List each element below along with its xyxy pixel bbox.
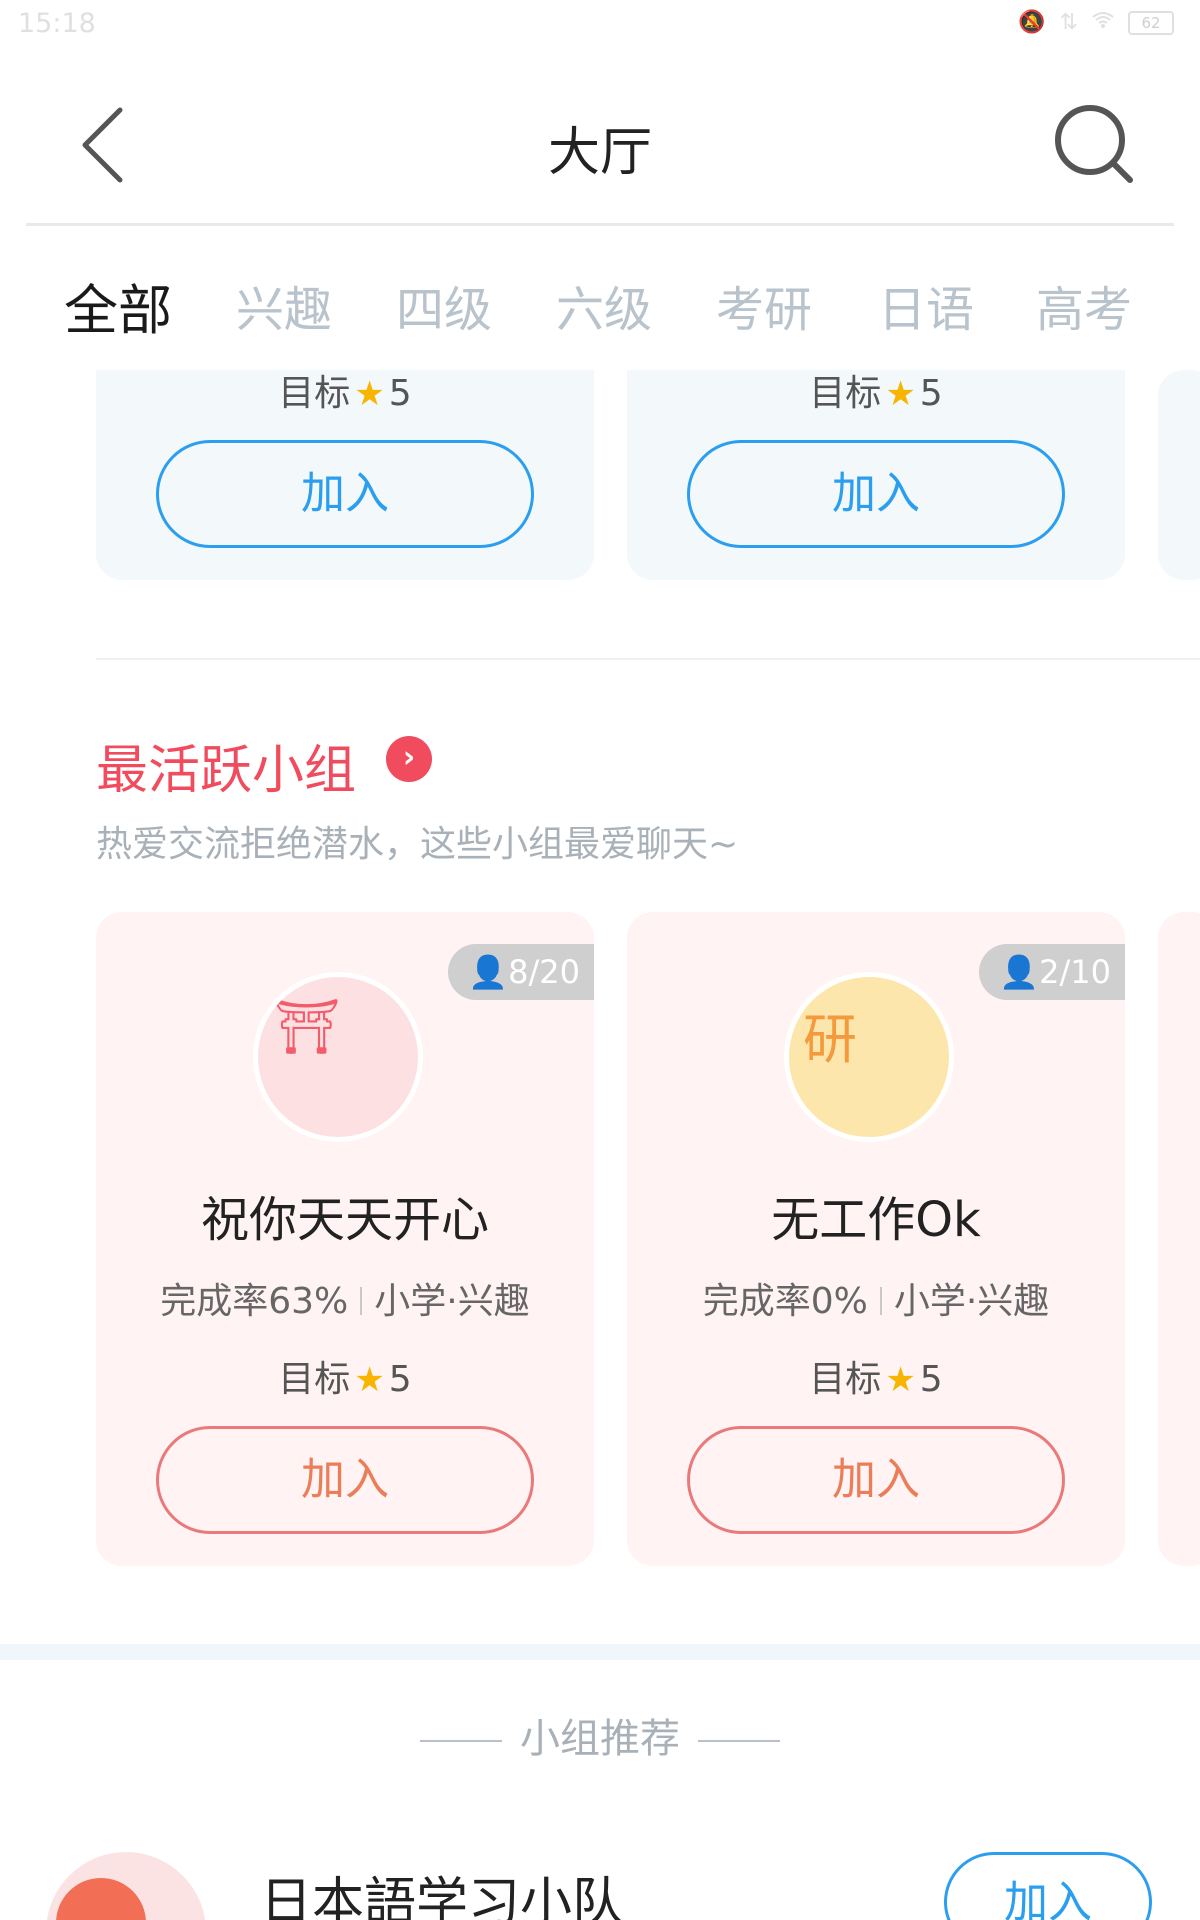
target-row: 目标 ★ 5 xyxy=(627,364,1125,416)
group-name: 祝你天天开心 xyxy=(200,1192,489,1248)
star-icon: ★ xyxy=(885,1360,916,1400)
group-meta: 完成率0% 小学·兴趣 xyxy=(627,1272,1125,1324)
section-subtitle: 热爱交流拒绝潜水，这些小组最爱聊天~ xyxy=(96,824,739,865)
target-label: 目标 xyxy=(278,1359,351,1400)
group-card-peek xyxy=(1158,370,1200,580)
divider-line xyxy=(698,1740,780,1742)
tab-postgrad[interactable]: 考研 xyxy=(716,270,812,340)
section-separator-band xyxy=(0,1644,1200,1660)
target-row: 目标 ★ 5 xyxy=(627,1350,1125,1402)
member-count-badge: 👤2/10 xyxy=(979,944,1125,1000)
star-icon: ★ xyxy=(354,1360,385,1400)
target-row: 目标 ★ 5 xyxy=(96,364,594,416)
stopwatch-icon xyxy=(56,1878,146,1920)
search-icon xyxy=(1055,105,1133,183)
active-group-card[interactable]: 👤8/20 ⛩ 祝你天天开心 完成率63% 小学·兴趣 目标 ★ 5 加入 xyxy=(96,912,594,1566)
member-count: 2/10 xyxy=(1039,953,1111,991)
tab-cet6[interactable]: 六级 xyxy=(556,270,652,340)
member-count-badge: 👤8/20 xyxy=(448,944,594,1000)
target-value: 5 xyxy=(919,373,943,414)
category-tabs: 全部 兴趣 四级 六级 考研 日语 高考 xyxy=(0,250,1200,370)
tab-cet4[interactable]: 四级 xyxy=(396,270,492,340)
header: 大厅 xyxy=(0,60,1200,225)
group-avatar: 研 xyxy=(784,972,954,1142)
star-icon: ★ xyxy=(885,374,916,414)
target-label: 目标 xyxy=(278,373,351,414)
group-name: 日本語学习小队 xyxy=(260,1873,625,1920)
target-row: 目标 ★ 5 xyxy=(96,1350,594,1402)
target-label: 目标 xyxy=(809,1359,882,1400)
person-icon: 👤 xyxy=(999,953,1040,991)
tab-gaokao[interactable]: 高考 xyxy=(1036,270,1132,340)
group-avatar: ⛩ xyxy=(253,972,423,1142)
header-divider xyxy=(26,223,1174,226)
search-button[interactable] xyxy=(1050,100,1140,190)
group-meta: 完成率63% 小学·兴趣 xyxy=(96,1272,594,1324)
join-button[interactable]: 加入 xyxy=(156,440,534,548)
active-group-card[interactable]: 👤2/10 研 无工作Ok 完成率0% 小学·兴趣 目标 ★ 5 加入 xyxy=(627,912,1125,1566)
target-label: 目标 xyxy=(809,373,882,414)
section-title: 最活跃小组 xyxy=(96,741,357,801)
target-value: 5 xyxy=(388,1359,412,1400)
tab-japanese[interactable]: 日语 xyxy=(878,270,974,340)
person-icon: 👤 xyxy=(468,953,509,991)
join-button[interactable]: 加入 xyxy=(156,1426,534,1534)
recommend-header: 小组推荐 xyxy=(0,1706,1200,1764)
section-more-button[interactable]: › xyxy=(386,736,432,782)
group-category: 小学·兴趣 xyxy=(893,1281,1050,1322)
meta-separator xyxy=(360,1287,363,1315)
status-icons: 🔕 ⇅ 62 xyxy=(1018,10,1174,35)
tab-all[interactable]: 全部 xyxy=(64,266,172,345)
tab-interest[interactable]: 兴趣 xyxy=(236,270,332,340)
star-icon: ★ xyxy=(354,374,385,414)
section-divider xyxy=(96,658,1200,660)
page-title: 大厅 xyxy=(547,123,652,183)
status-time: 15:18 xyxy=(18,8,96,39)
wifi-icon xyxy=(1092,10,1114,35)
battery-icon: 62 xyxy=(1128,10,1174,35)
target-value: 5 xyxy=(388,373,412,414)
status-bar: 15:18 🔕 ⇅ 62 xyxy=(0,0,1200,50)
completion-rate: 完成率63% xyxy=(160,1281,349,1322)
completion-rate: 完成率0% xyxy=(702,1281,868,1322)
join-button[interactable]: 加入 xyxy=(944,1852,1152,1920)
recommend-title: 小组推荐 xyxy=(520,1716,680,1762)
active-group-card-peek xyxy=(1158,912,1200,1566)
mute-icon: 🔕 xyxy=(1018,10,1046,35)
divider-line xyxy=(420,1740,502,1742)
yan-glyph: 研 xyxy=(803,1008,857,1071)
target-value: 5 xyxy=(919,1359,943,1400)
group-category: 小学·兴趣 xyxy=(374,1281,530,1322)
group-avatar xyxy=(46,1852,206,1920)
data-arrows-icon: ⇅ xyxy=(1059,10,1078,35)
meta-separator xyxy=(879,1287,882,1315)
recommend-list-item[interactable]: 日本語学习小队 加入 xyxy=(0,1840,1200,1920)
torii-icon: ⛩ xyxy=(272,995,341,1058)
member-count: 8/20 xyxy=(508,953,580,991)
group-name: 无工作Ok xyxy=(771,1192,981,1248)
join-button[interactable]: 加入 xyxy=(687,1426,1065,1534)
join-button[interactable]: 加入 xyxy=(687,440,1065,548)
